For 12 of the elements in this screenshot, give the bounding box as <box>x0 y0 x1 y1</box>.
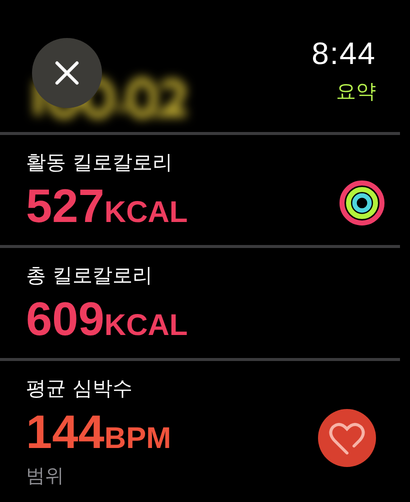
close-button[interactable] <box>32 38 102 108</box>
summary-title: 요약 <box>336 78 376 105</box>
metric-label: 활동 킬로칼로리 <box>26 149 174 176</box>
range-label: 범위 <box>26 464 65 489</box>
clock-time: 8:44 <box>312 36 376 72</box>
metric-value: 144BPM <box>26 408 172 455</box>
close-icon <box>55 61 79 85</box>
activity-rings-icon <box>338 179 386 227</box>
metric-value: 527KCAL <box>26 182 188 229</box>
metric-label: 총 킬로칼로리 <box>26 262 154 289</box>
metric-label: 평균 심박수 <box>26 375 134 402</box>
metric-value: 609KCAL <box>26 295 188 342</box>
